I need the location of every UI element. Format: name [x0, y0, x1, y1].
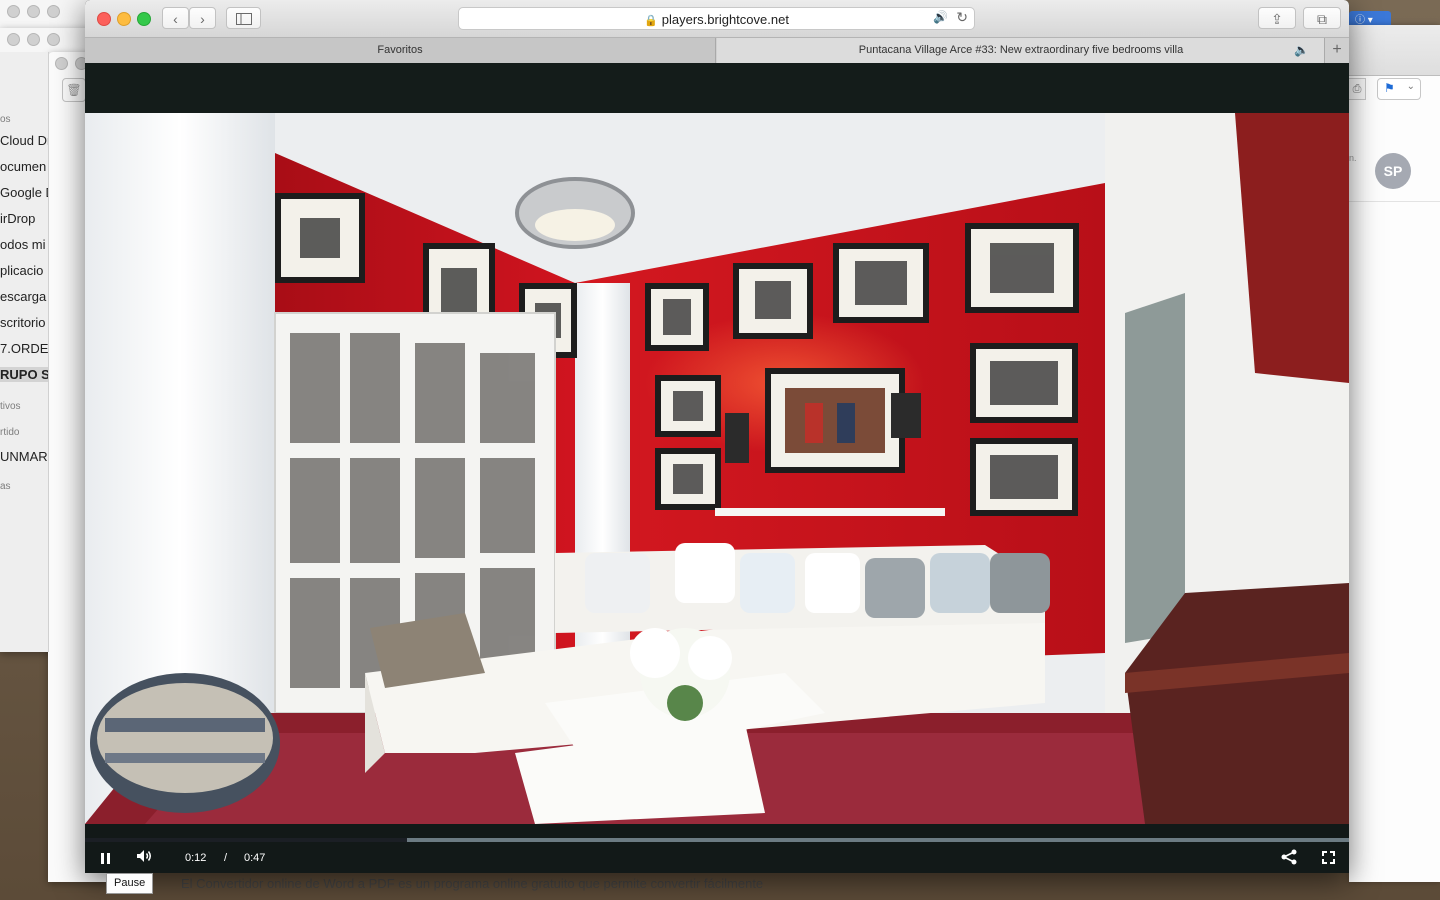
current-time: 0:12 — [185, 852, 207, 864]
audio-playing-icon[interactable]: 🔊 — [933, 10, 948, 24]
print-button[interactable]: ⎙ — [1349, 78, 1366, 100]
tab-bar: Favoritos Puntacana Village Arce #33: Ne… — [85, 38, 1349, 64]
progress-played — [85, 838, 408, 842]
minimize-button[interactable] — [117, 12, 131, 26]
lock-icon: 🔒 — [644, 15, 658, 27]
tab-favoritos[interactable]: Favoritos — [85, 38, 716, 63]
share-icon: ⇪ — [1271, 11, 1283, 27]
flag-button[interactable]: ⚑ ⌄ — [1377, 78, 1421, 100]
speaker-icon[interactable]: 🔈 — [1294, 38, 1309, 62]
sidebar-item[interactable]: 7.ORDEN — [0, 341, 48, 356]
sidebar-section-header: rtido — [0, 427, 20, 438]
sidebar-toggle-button[interactable] — [226, 7, 261, 29]
share-button[interactable]: ⇪ — [1258, 7, 1296, 29]
tab-label: Puntacana Village Arce #33: New extraord… — [858, 44, 1184, 56]
accent-button[interactable]: ⓘ ▾ — [1349, 11, 1391, 26]
mail-window: ⎙ ⚑ ⌄ n. SP — [1349, 25, 1440, 882]
pause-button[interactable] — [101, 853, 111, 864]
window-controls — [0, 28, 95, 50]
video-scene — [85, 113, 1349, 824]
sidebar-item[interactable]: Cloud Dr — [0, 133, 48, 148]
printer-icon: ⎙ — [1352, 83, 1362, 95]
flag-icon: ⚑ — [1384, 81, 1395, 95]
sidebar-icon — [235, 13, 252, 25]
sidebar-item[interactable]: irDrop — [0, 211, 35, 226]
close-button[interactable] — [97, 12, 111, 26]
zoom-button[interactable] — [137, 12, 151, 26]
browser-window: ‹ › 🔒 players.brightcove.net 🔊 ↻ ⇪ ⧉ Favo… — [85, 0, 1349, 873]
sidebar-section-header: tivos — [0, 401, 21, 412]
finder-sidebar: os Cloud Dr ocumen Google D irDrop odos mi pli… — [0, 52, 49, 652]
url-text: players.brightcove.net — [661, 12, 789, 27]
speaker-icon — [137, 850, 151, 862]
browser-toolbar: ‹ › 🔒 players.brightcove.net 🔊 ↻ ⇪ ⧉ — [85, 0, 1349, 38]
share-icon — [1281, 849, 1297, 865]
sidebar-item[interactable]: escarga — [0, 289, 46, 304]
forward-button[interactable]: › — [189, 7, 216, 29]
avatar[interactable]: SP — [1375, 153, 1411, 189]
fullscreen-icon — [1322, 851, 1335, 864]
sidebar-item[interactable]: RUPO S — [0, 367, 48, 382]
tab-overview-button[interactable]: ⧉ — [1303, 7, 1341, 29]
chevron-left-icon: ‹ — [173, 11, 178, 27]
sidebar-item[interactable]: ocumen — [0, 159, 46, 174]
tab-label: Favoritos — [377, 44, 423, 56]
divider — [1349, 201, 1440, 202]
tabs-icon: ⧉ — [1317, 11, 1327, 27]
share-button[interactable] — [1281, 849, 1297, 868]
pause-tooltip: Pause — [106, 873, 154, 894]
chevron-right-icon: › — [200, 11, 205, 27]
time-separator: / — [224, 852, 228, 864]
window-controls — [0, 0, 95, 23]
back-button[interactable]: ‹ — [162, 7, 189, 29]
sidebar-item[interactable]: UNMAR — [0, 449, 48, 464]
sidebar-item[interactable]: Google D — [0, 185, 48, 200]
chevron-down-icon: ⌄ — [1406, 81, 1415, 92]
tab-video[interactable]: Puntacana Village Arce #33: New extraord… — [717, 38, 1325, 63]
background-window — [0, 0, 95, 30]
mail-snippet: n. — [1349, 153, 1357, 163]
sidebar-section-header: as — [0, 481, 11, 492]
plus-icon: + — [1332, 41, 1342, 58]
sidebar-item[interactable]: plicacio — [0, 263, 43, 278]
trash-button[interactable]: 🗑 — [62, 78, 86, 102]
volume-button[interactable] — [136, 849, 153, 866]
duration: 0:47 — [244, 852, 266, 864]
player-letterbox — [85, 63, 1349, 113]
video-frame[interactable] — [85, 113, 1349, 824]
mail-toolbar — [1349, 25, 1440, 76]
reload-icon[interactable]: ↻ — [956, 9, 968, 26]
fullscreen-button[interactable] — [1322, 851, 1335, 867]
sidebar-section-header: os — [0, 114, 11, 125]
new-tab-button[interactable]: + — [1324, 38, 1349, 63]
background-document-text: El Convertidor online de Word a PDF es u… — [181, 876, 764, 891]
address-bar[interactable]: 🔒 players.brightcove.net 🔊 ↻ — [458, 7, 975, 30]
progress-bar[interactable] — [85, 838, 1349, 842]
trash-icon: 🗑 — [66, 83, 82, 97]
sidebar-item[interactable]: odos mi — [0, 237, 46, 252]
player-controls: 0:12 / 0:47 — [85, 824, 1349, 873]
sidebar-item[interactable]: scritorio — [0, 315, 46, 330]
